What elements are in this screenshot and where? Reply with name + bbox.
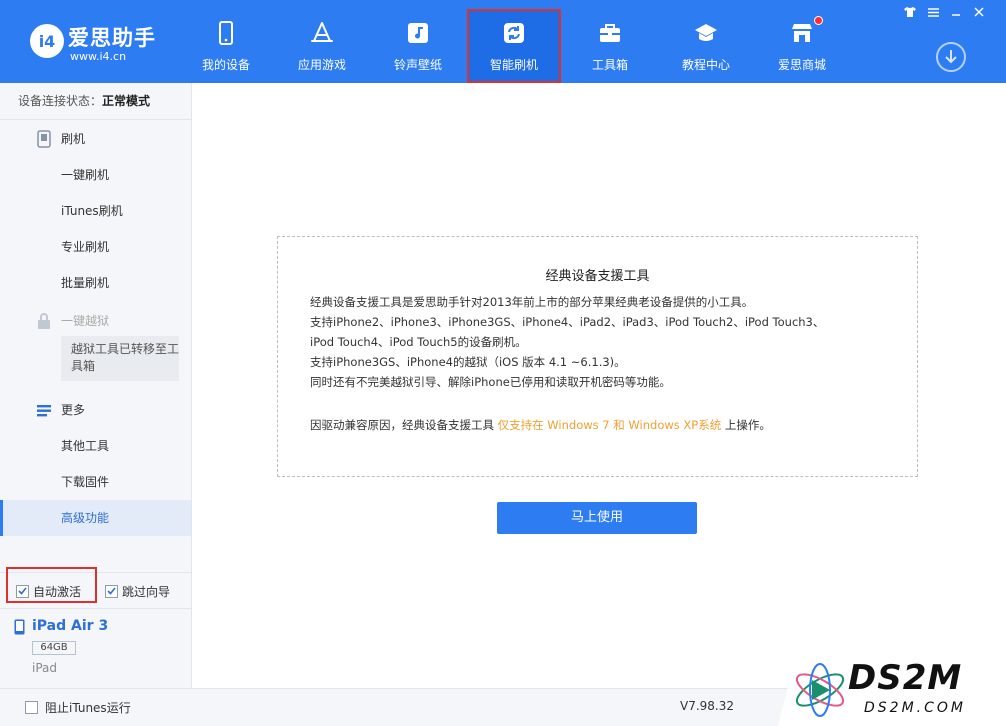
sidebar-item-pro-flash[interactable]: 专业刷机 — [0, 229, 191, 265]
list-icon — [37, 405, 51, 417]
checkbox-label: 阻止iTunes运行 — [45, 701, 131, 715]
use-now-button[interactable]: 马上使用 — [497, 502, 697, 534]
nav-label: 教程中心 — [681, 58, 730, 72]
checkmark-icon — [107, 587, 116, 595]
sidebar-header-jailbreak: 一键越狱 — [0, 303, 191, 339]
graduation-cap-icon — [695, 24, 717, 41]
device-info: iPad Air 3 64GB iPad — [0, 608, 191, 688]
phone-icon — [219, 21, 233, 45]
download-button[interactable] — [936, 42, 966, 72]
connection-status: 设备连接状态：正常模式 — [0, 83, 191, 120]
sidebar-item-itunes-flash[interactable]: iTunes刷机 — [0, 193, 191, 229]
sidebar-item-download-firmware[interactable]: 下载固件 — [0, 464, 191, 500]
shop-icon — [792, 24, 812, 42]
logo-mark: i4 — [30, 24, 64, 58]
nav-ringtones[interactable]: 铃声壁纸 — [372, 10, 464, 82]
sidebar-header-flash[interactable]: 刷机 — [0, 121, 191, 157]
nav-toolbox[interactable]: 工具箱 — [564, 10, 656, 82]
checkbox-label: 跳过向导 — [122, 584, 171, 599]
watermark-logo-icon — [795, 663, 845, 717]
watermark-subtext: DS2M.COM — [864, 700, 966, 716]
compatibility-note: 因驱动兼容原因，经典设备支援工具 仅支持在 Windows 7 和 Window… — [310, 417, 771, 433]
refresh-icon — [504, 23, 524, 43]
note-prefix: 因驱动兼容原因，经典设备支援工具 — [310, 418, 498, 432]
info-title: 经典设备支援工具 — [545, 269, 650, 284]
info-line: 支持iPhone3GS、iPhone4的越狱（iOS 版本 4.1 ~6.1.3… — [310, 355, 626, 369]
notification-dot — [814, 16, 823, 25]
menu-icon[interactable] — [923, 4, 943, 20]
tablet-icon — [37, 130, 51, 148]
app-store-icon — [311, 22, 333, 42]
connection-status-value: 正常模式 — [102, 94, 151, 108]
toolbox-icon — [600, 24, 620, 42]
sidebar-item-advanced[interactable]: 高级功能 — [0, 500, 191, 536]
nav-label: 我的设备 — [201, 58, 250, 72]
close-icon[interactable] — [969, 4, 989, 20]
music-note-icon — [408, 23, 428, 43]
top-bar: i4 爱思助手 www.i4.cn 我的设备 应用游戏 铃声壁纸 智能刷机 工具… — [0, 0, 1006, 83]
device-capacity-badge: 64GB — [32, 641, 76, 655]
nav-label: 铃声壁纸 — [393, 58, 442, 72]
nav-shop[interactable]: 爱思商城 — [756, 10, 848, 82]
sidebar-header-label: 一键越狱 — [61, 314, 110, 328]
info-line: 经典设备支援工具是爱思助手针对2013年前上市的部分苹果经典老设备提供的小工具。 — [310, 295, 754, 309]
block-itunes-checkbox[interactable]: 阻止iTunes运行 — [25, 699, 131, 716]
highlight-box — [6, 567, 97, 603]
nav-label: 应用游戏 — [297, 58, 346, 72]
info-line: 支持iPhone2、iPhone3、iPhone3GS、iPhone4、iPad… — [310, 315, 825, 329]
nav-my-device[interactable]: 我的设备 — [180, 10, 272, 82]
nav-apps-games[interactable]: 应用游戏 — [276, 10, 368, 82]
download-arrow-icon — [945, 50, 957, 64]
watermark-text: DS2M — [848, 658, 963, 698]
info-line: 同时还有不完美越狱引导、解除iPhone已停用和读取开机密码等功能。 — [310, 375, 671, 389]
sidebar-header-label: 更多 — [61, 403, 86, 417]
shirt-icon[interactable] — [900, 4, 920, 20]
classic-device-info-box: 经典设备支援工具 经典设备支援工具是爱思助手针对2013年前上市的部分苹果经典老… — [277, 236, 918, 477]
checkbox-box — [25, 701, 38, 714]
sidebar-header-more[interactable]: 更多 — [0, 392, 191, 428]
note-highlight: 仅支持在 Windows 7 和 Windows XP系统 — [497, 418, 722, 432]
nav-label: 工具箱 — [591, 58, 628, 72]
checkbox-box — [105, 584, 118, 598]
watermark: DS2M DS2M.COM — [778, 654, 1006, 726]
version-label: V7.98.32 — [680, 699, 735, 713]
sidebar-item-batch-flash[interactable]: 批量刷机 — [0, 265, 191, 301]
sidebar-item-one-click-flash[interactable]: 一键刷机 — [0, 157, 191, 193]
nav-smart-flash[interactable]: 智能刷机 — [467, 9, 561, 83]
minimize-icon[interactable] — [946, 4, 966, 20]
logo-name: 爱思助手 — [68, 26, 156, 50]
lock-icon — [38, 313, 50, 329]
note-suffix: 上操作。 — [721, 418, 771, 432]
skip-guide-checkbox[interactable]: 跳过向导 — [105, 582, 170, 600]
device-type: iPad — [32, 661, 58, 675]
sidebar: 设备连接状态：正常模式 刷机 一键刷机 iTunes刷机 专业刷机 批量刷机 一… — [0, 83, 192, 688]
jailbreak-moved-note: 越狱工具已转移至工具箱 — [61, 336, 179, 381]
app-logo: i4 爱思助手 www.i4.cn — [30, 22, 170, 66]
nav-tutorials[interactable]: 教程中心 — [660, 10, 752, 82]
info-line: iPod Touch4、iPod Touch5的设备刷机。 — [310, 335, 527, 349]
nav-label: 爱思商城 — [777, 58, 826, 72]
window-controls — [897, 4, 989, 20]
logo-url: www.i4.cn — [70, 50, 127, 63]
connection-status-label: 设备连接状态： — [18, 94, 103, 108]
device-name: iPad Air 3 — [32, 618, 109, 634]
nav-label: 智能刷机 — [489, 58, 538, 72]
ipad-icon — [14, 619, 25, 635]
sidebar-item-other-tools[interactable]: 其他工具 — [0, 428, 191, 464]
sidebar-header-label: 刷机 — [61, 132, 86, 146]
